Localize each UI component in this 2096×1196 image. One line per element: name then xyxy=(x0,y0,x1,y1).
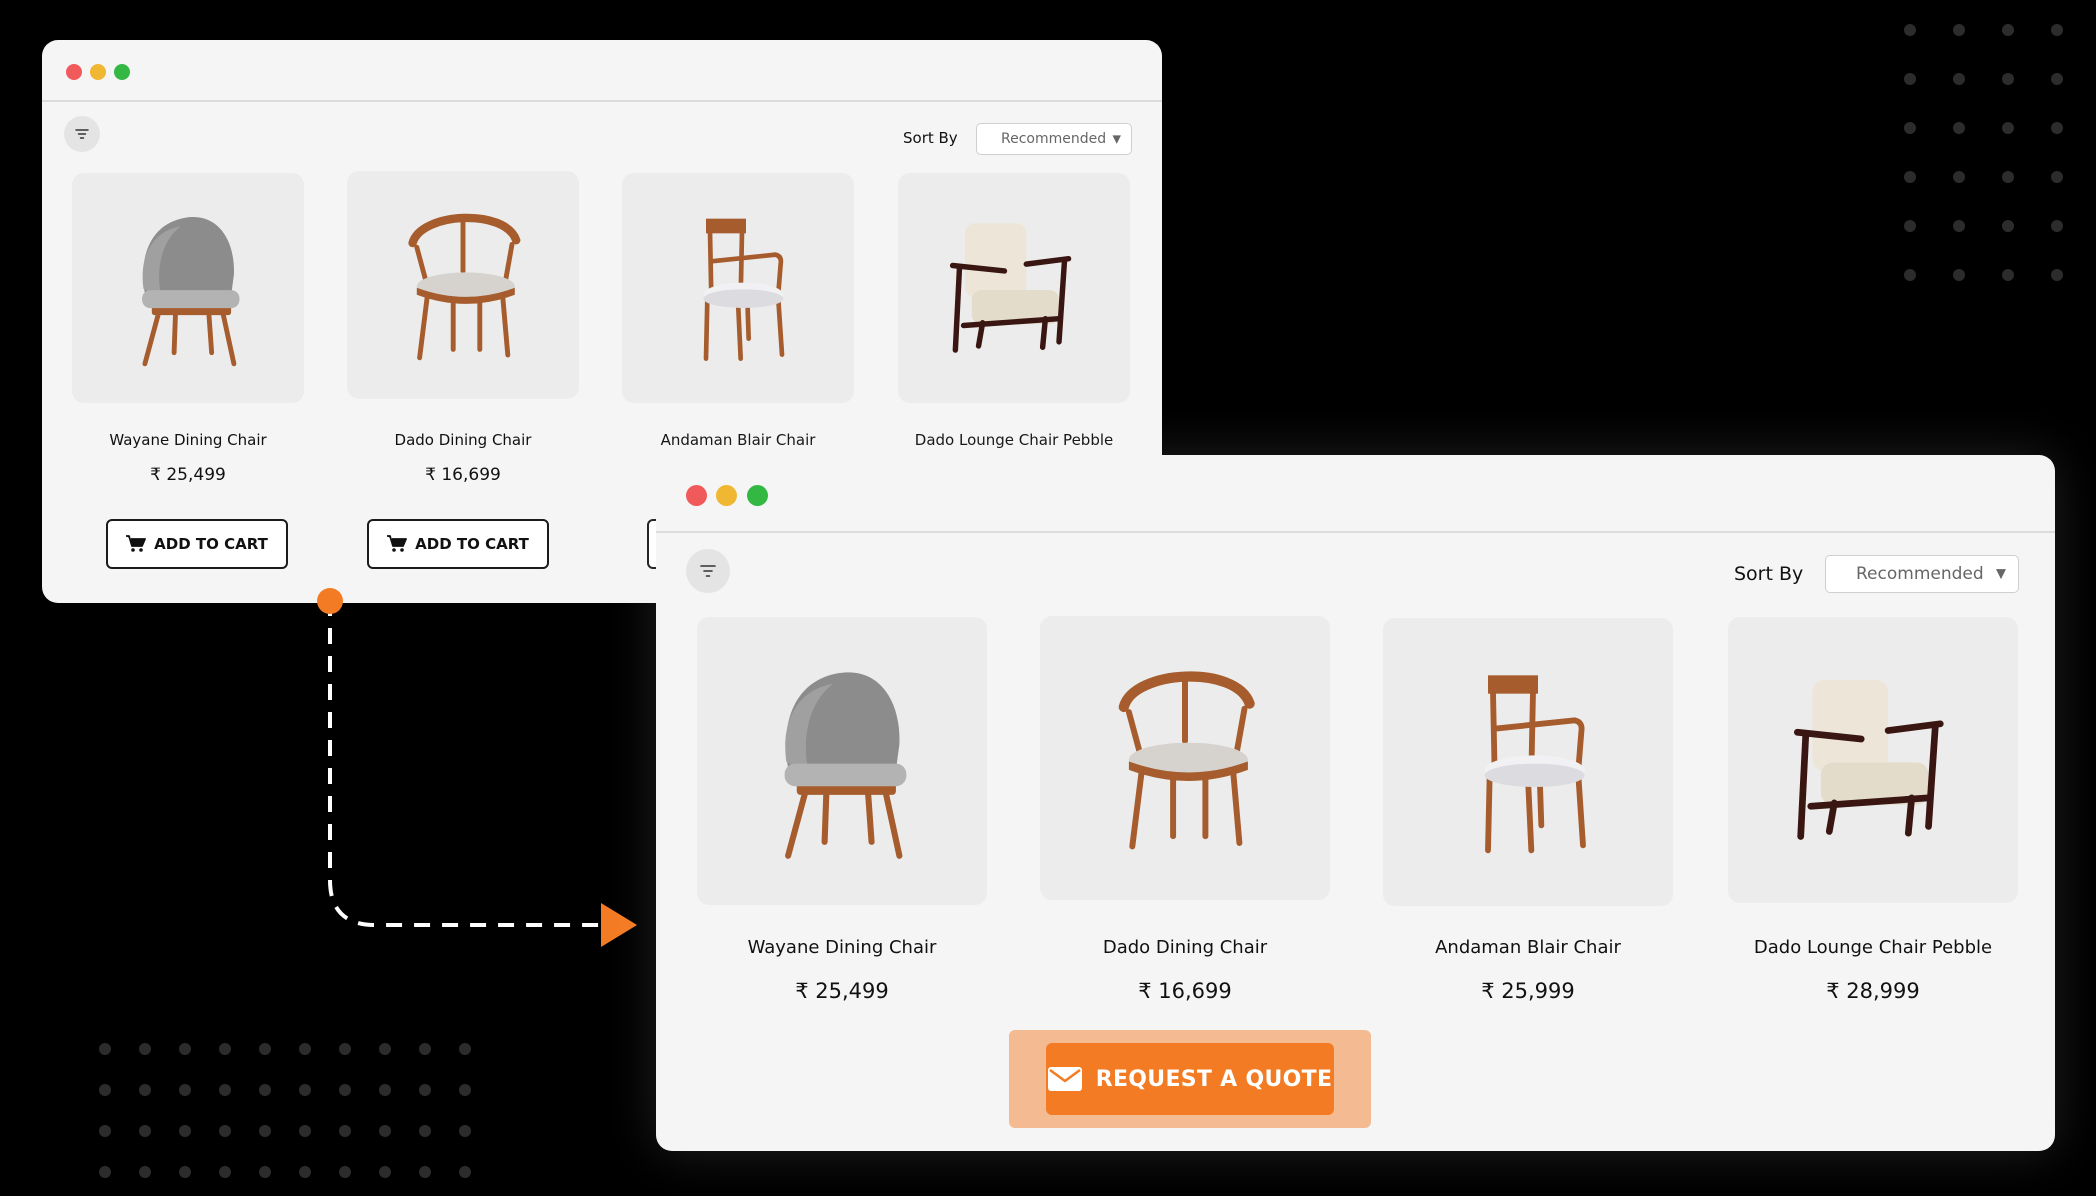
product-name[interactable]: Wayane Dining Chair xyxy=(72,431,304,449)
dropdown-caret-icon: ▼ xyxy=(1112,132,1121,146)
product-name[interactable]: Andaman Blair Chair xyxy=(622,431,854,449)
wooden-armchair-icon xyxy=(703,218,785,361)
cart-icon xyxy=(126,535,147,552)
product-image[interactable] xyxy=(347,171,579,399)
product-price: ₹ 16,699 xyxy=(425,465,501,485)
dot-grid-top-right xyxy=(1904,24,2063,281)
wooden-bentwood-chair-icon xyxy=(408,213,521,361)
product-card[interactable]: Wayane Dining Chair ₹ 25,499 xyxy=(72,173,304,485)
dot-grid-bottom-left xyxy=(99,1043,471,1178)
grey-upholstered-chair-icon xyxy=(784,672,907,859)
product-image[interactable] xyxy=(1040,616,1330,900)
minimize-window-button[interactable] xyxy=(90,64,106,80)
product-name[interactable]: Dado Lounge Chair Pebble xyxy=(898,431,1130,449)
add-to-cart-label: ADD TO CART xyxy=(415,535,529,553)
add-to-cart-button[interactable]: ADD TO CART xyxy=(367,519,549,569)
request-quote-label: REQUEST A QUOTE xyxy=(1095,1066,1333,1092)
sort-by-label: Sort By xyxy=(1734,563,1804,585)
wooden-armchair-icon xyxy=(1484,675,1586,854)
window-titlebar xyxy=(42,40,1162,102)
product-name[interactable]: Wayane Dining Chair xyxy=(697,937,987,958)
sort-dropdown[interactable]: Recommended ▼ xyxy=(976,123,1132,155)
dropdown-caret-icon: ▼ xyxy=(1996,566,2006,582)
product-card[interactable]: Dado Lounge Chair Pebble xyxy=(898,173,1130,449)
product-card[interactable]: Wayane Dining Chair ₹ 25,499 xyxy=(697,617,987,1003)
product-image[interactable] xyxy=(697,617,987,905)
request-quote-button[interactable]: REQUEST A QUOTE xyxy=(1046,1043,1334,1115)
product-price: ₹ 25,499 xyxy=(795,979,889,1003)
window-titlebar xyxy=(656,455,2055,533)
product-name[interactable]: Andaman Blair Chair xyxy=(1383,937,1673,958)
product-price: ₹ 25,499 xyxy=(150,465,226,485)
product-card[interactable]: Andaman Blair Chair ₹ 25,999 xyxy=(1383,618,1673,1003)
maximize-window-button[interactable] xyxy=(114,64,130,80)
product-name[interactable]: Dado Dining Chair xyxy=(1040,937,1330,958)
cart-icon xyxy=(387,535,408,552)
sort-by-label: Sort By xyxy=(903,129,958,147)
product-price: ₹ 16,699 xyxy=(1138,979,1232,1003)
sort-dropdown[interactable]: Recommended ▼ xyxy=(1825,555,2019,593)
product-price: ₹ 28,999 xyxy=(1826,979,1920,1003)
product-image[interactable] xyxy=(1383,618,1673,906)
product-card[interactable]: Dado Dining Chair ₹ 16,699 xyxy=(1040,616,1330,1003)
minimize-window-button[interactable] xyxy=(716,485,737,506)
filter-button[interactable] xyxy=(686,549,730,593)
product-name[interactable]: Dado Dining Chair xyxy=(347,431,579,449)
add-to-cart-button[interactable]: ADD TO CART xyxy=(106,519,288,569)
product-image[interactable] xyxy=(622,173,854,403)
maximize-window-button[interactable] xyxy=(747,485,768,506)
transition-connector-arrow xyxy=(317,588,637,947)
product-image[interactable] xyxy=(898,173,1130,403)
product-name[interactable]: Dado Lounge Chair Pebble xyxy=(1728,937,2018,958)
close-window-button[interactable] xyxy=(686,485,707,506)
product-listing-window-after: Sort By Recommended ▼ Wayane Dining Chai… xyxy=(656,455,2055,1151)
sort-dropdown-value: Recommended xyxy=(1001,131,1107,147)
filter-icon xyxy=(75,129,89,139)
close-window-button[interactable] xyxy=(66,64,82,80)
filter-button[interactable] xyxy=(64,116,100,152)
product-card[interactable]: Dado Lounge Chair Pebble ₹ 28,999 xyxy=(1728,617,2018,1003)
product-image[interactable] xyxy=(72,173,304,403)
add-to-cart-label: ADD TO CART xyxy=(154,535,268,553)
lounge-chair-icon xyxy=(949,223,1072,353)
wooden-bentwood-chair-icon xyxy=(1118,671,1255,850)
lounge-chair-icon xyxy=(1793,680,1944,840)
product-image[interactable] xyxy=(1728,617,2018,903)
product-card[interactable]: Andaman Blair Chair xyxy=(622,173,854,449)
grey-upholstered-chair-icon xyxy=(142,217,240,367)
product-price: ₹ 25,999 xyxy=(1481,979,1575,1003)
product-card[interactable]: Dado Dining Chair ₹ 16,699 xyxy=(347,171,579,485)
request-quote-highlight: REQUEST A QUOTE xyxy=(1009,1030,1371,1128)
sort-dropdown-value: Recommended xyxy=(1856,564,1984,584)
filter-icon xyxy=(700,565,716,577)
envelope-icon xyxy=(1047,1067,1082,1091)
